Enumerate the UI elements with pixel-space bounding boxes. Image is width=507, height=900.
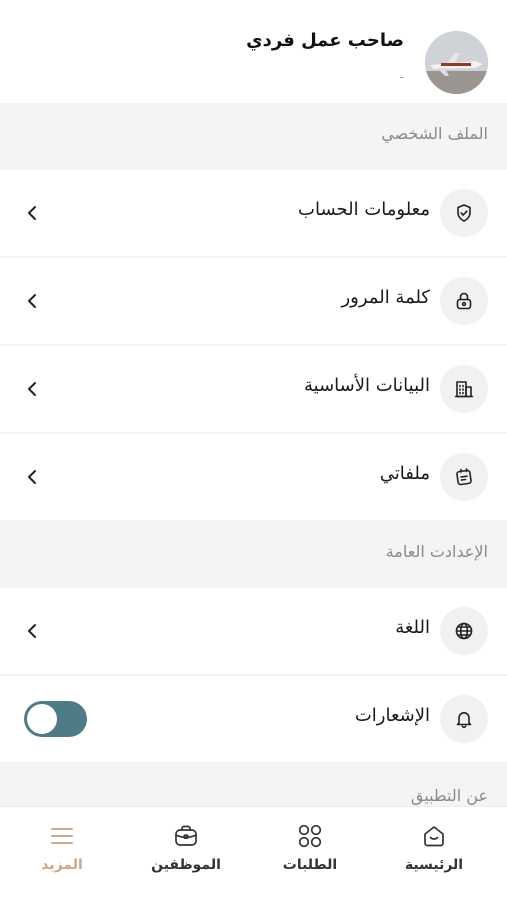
user-subtitle: - xyxy=(399,70,404,84)
shield-check-icon xyxy=(440,189,488,237)
briefcase-icon xyxy=(171,821,201,851)
chevron-left-icon xyxy=(22,466,42,488)
menu-item-language[interactable]: اللغة xyxy=(0,588,507,674)
grid-icon xyxy=(295,821,325,851)
building-icon xyxy=(440,365,488,413)
globe-icon xyxy=(440,607,488,655)
chevron-left-icon xyxy=(22,290,42,312)
section-title-about: عن التطبيق xyxy=(410,786,488,805)
tab-label: المزيد xyxy=(41,857,83,873)
avatar[interactable] xyxy=(425,31,488,94)
menu-item-basic-data[interactable]: البيانات الأساسية xyxy=(0,346,507,432)
bottom-tab-bar: الرئيسية الطلبات الموظفين المزيد xyxy=(0,806,507,900)
tab-employees[interactable]: الموظفين xyxy=(131,807,241,900)
chevron-left-icon xyxy=(22,620,42,642)
notifications-toggle[interactable] xyxy=(24,701,87,737)
tab-requests[interactable]: الطلبات xyxy=(255,807,365,900)
menu-item-label: اللغة xyxy=(395,617,430,638)
profile-header: صاحب عمل فردي - xyxy=(0,0,507,103)
section-title-settings: الإعدادت العامة xyxy=(385,542,488,561)
home-icon xyxy=(419,821,449,851)
document-icon xyxy=(440,453,488,501)
lock-icon xyxy=(440,277,488,325)
bell-icon xyxy=(440,695,488,743)
tab-label: الموظفين xyxy=(151,857,221,873)
menu-item-password[interactable]: كلمة المرور xyxy=(0,258,507,344)
menu-item-label: كلمة المرور xyxy=(341,287,430,308)
menu-item-label: ملفاتي xyxy=(379,463,430,484)
tab-more[interactable]: المزيد xyxy=(7,807,117,900)
menu-item-label: معلومات الحساب xyxy=(298,199,430,220)
user-name: صاحب عمل فردي xyxy=(246,30,404,51)
toggle-knob xyxy=(27,704,57,734)
tab-label: الرئيسية xyxy=(404,857,464,873)
menu-item-account-info[interactable]: معلومات الحساب xyxy=(0,170,507,256)
section-title-profile: الملف الشخصي xyxy=(381,124,488,143)
menu-item-label: البيانات الأساسية xyxy=(304,375,430,396)
chevron-left-icon xyxy=(22,202,42,224)
tab-home[interactable]: الرئيسية xyxy=(379,807,489,900)
menu-item-label: الإشعارات xyxy=(354,705,430,726)
menu-item-my-files[interactable]: ملفاتي xyxy=(0,434,507,520)
chevron-left-icon xyxy=(22,378,42,400)
tab-label: الطلبات xyxy=(282,857,338,873)
menu-item-notifications: الإشعارات xyxy=(0,676,507,762)
menu-icon xyxy=(47,821,77,851)
